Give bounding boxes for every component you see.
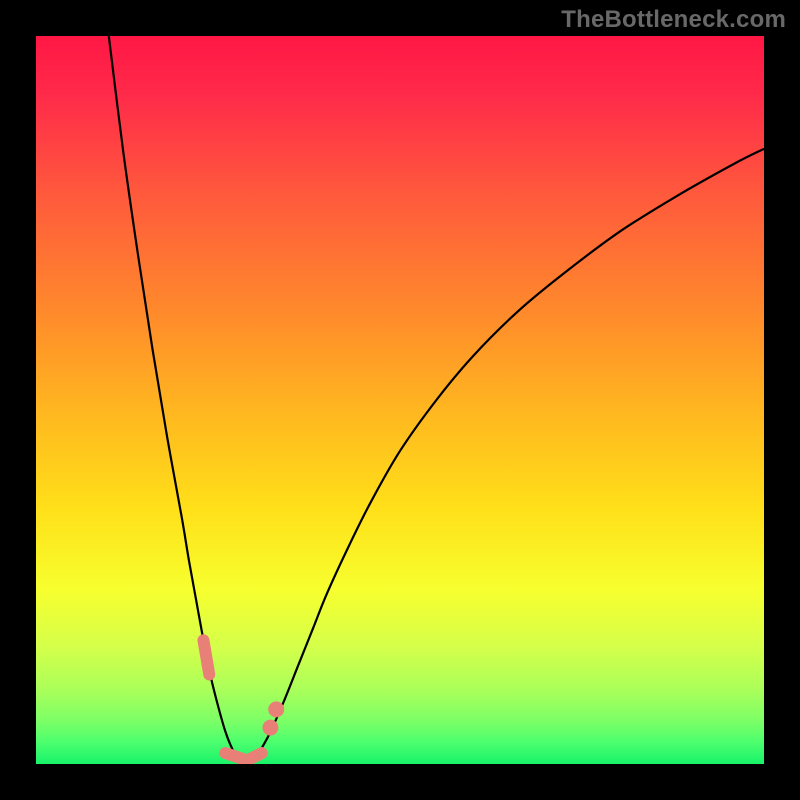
marker-dot-4 xyxy=(268,701,284,717)
marker-capsule-0 xyxy=(203,640,209,674)
background-gradient xyxy=(36,36,764,764)
marker-dot-3 xyxy=(262,720,278,736)
chart-svg xyxy=(36,36,764,764)
chart-frame: TheBottleneck.com xyxy=(0,0,800,800)
marker-capsule-2 xyxy=(247,753,262,760)
plot-area xyxy=(36,36,764,764)
watermark-text: TheBottleneck.com xyxy=(561,6,786,34)
